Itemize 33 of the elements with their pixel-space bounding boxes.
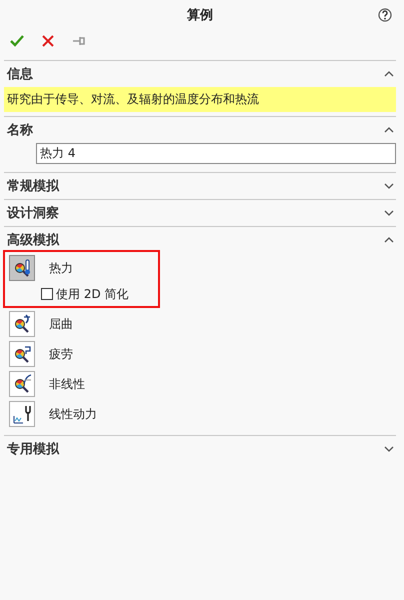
study-type-button[interactable]: [9, 255, 35, 281]
info-text: 研究由于传导、对流、及辐射的温度分布和热流: [4, 87, 396, 112]
study-type-label: 疲劳: [49, 346, 73, 362]
close-icon: [42, 35, 54, 47]
study-type-label: 热力: [49, 260, 73, 276]
cancel-button[interactable]: [40, 33, 56, 49]
study-type-button[interactable]: [9, 341, 35, 367]
study-type-label: 屈曲: [49, 316, 73, 332]
expand-chevron-icon: [384, 446, 394, 452]
study-type-button[interactable]: [9, 311, 35, 337]
study-type-label: 非线性: [49, 376, 85, 392]
dynamic-chart-icon: [11, 403, 33, 425]
expand-chevron-icon: [384, 210, 394, 216]
section-header[interactable]: 专用模拟: [4, 436, 396, 462]
expand-chevron-icon: [384, 183, 394, 189]
section-header[interactable]: 名称: [4, 117, 396, 143]
help-icon[interactable]: [378, 8, 392, 22]
study-type-label: 线性动力: [49, 406, 97, 422]
study-type-button[interactable]: [9, 371, 35, 397]
pin-icon: [72, 35, 86, 47]
checkbox[interactable]: [41, 288, 53, 300]
collapse-chevron-icon: [384, 71, 394, 77]
collapse-chevron-icon: [384, 237, 394, 243]
section-header[interactable]: 设计洞察: [4, 200, 396, 226]
section-header[interactable]: 高级模拟: [4, 227, 396, 253]
study-type-button[interactable]: [9, 401, 35, 427]
section-header[interactable]: 常规模拟: [4, 173, 396, 199]
name-field[interactable]: 热力 4: [37, 144, 395, 163]
section-header[interactable]: 信息: [4, 61, 396, 87]
panel-title: 算例: [187, 7, 213, 24]
checkbox-label: 使用 2D 简化: [56, 286, 129, 302]
collapse-chevron-icon: [384, 127, 394, 133]
check-icon: [10, 34, 24, 48]
